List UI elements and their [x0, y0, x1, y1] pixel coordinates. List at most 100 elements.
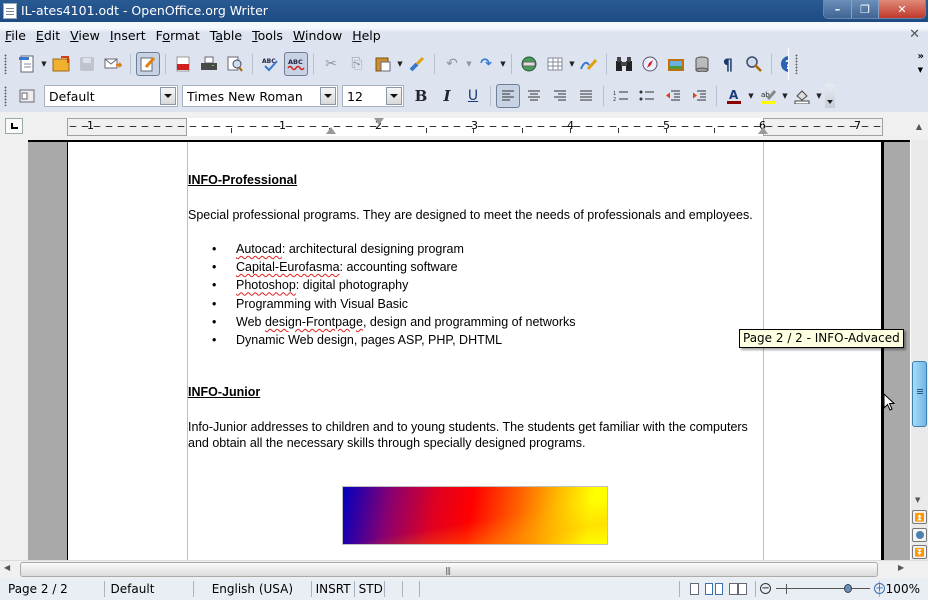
autospellcheck-icon[interactable]: ABC: [284, 52, 308, 76]
menu-edit[interactable]: Edit: [31, 28, 65, 43]
single-page-view-icon[interactable]: [690, 583, 700, 595]
horizontal-scrollbar[interactable]: ◀ ||| ▶: [0, 560, 928, 578]
edit-file-icon[interactable]: [136, 52, 160, 76]
multi-page-view-icon[interactable]: [705, 583, 724, 595]
font-name-combo[interactable]: Times New Roman: [182, 85, 338, 107]
align-right-icon[interactable]: [548, 84, 572, 108]
cut-icon[interactable]: ✂: [319, 52, 343, 76]
gradient-image[interactable]: [342, 486, 608, 545]
zoom-slider[interactable]: − +: [756, 581, 886, 597]
navigator-compass-icon[interactable]: [638, 52, 662, 76]
align-left-icon[interactable]: [496, 84, 520, 108]
menu-tools[interactable]: Tools: [247, 28, 288, 43]
minimize-button[interactable]: –: [824, 0, 851, 18]
toolbar-grip[interactable]: [4, 86, 10, 106]
open-folder-icon[interactable]: [49, 52, 73, 76]
scroll-up-arrow[interactable]: ▲: [910, 112, 928, 140]
horizontal-ruler[interactable]: 1 1 2 3 4 5 6 7: [67, 118, 883, 136]
misspelled-word[interactable]: Autocad: [236, 242, 282, 256]
status-selection-mode[interactable]: STD: [355, 581, 385, 597]
menu-window[interactable]: Window: [288, 28, 347, 43]
clone-formatting-icon[interactable]: [405, 52, 429, 76]
background-color-dropdown-arrow[interactable]: ▼: [815, 92, 823, 100]
misspelled-word[interactable]: Photoshop: [236, 278, 296, 292]
scroll-left-arrow[interactable]: ◀: [4, 563, 10, 572]
zoom-percent[interactable]: 100%: [880, 581, 928, 597]
align-center-icon[interactable]: [522, 84, 546, 108]
formatting-marks-icon[interactable]: ¶: [716, 52, 740, 76]
redo-dropdown-arrow[interactable]: ▼: [499, 60, 507, 68]
status-page-number[interactable]: Page 2 / 2: [0, 581, 105, 597]
data-sources-icon[interactable]: [690, 52, 714, 76]
paragraph-style-dropdown-arrow[interactable]: [160, 87, 176, 105]
toolbar-overflow-icon[interactable]: »: [918, 51, 924, 62]
scroll-right-arrow[interactable]: ▶: [898, 563, 904, 572]
left-indent-marker[interactable]: [326, 127, 336, 134]
menu-help[interactable]: Help: [347, 28, 386, 43]
table-icon[interactable]: [543, 52, 567, 76]
font-color-dropdown-arrow[interactable]: ▼: [747, 92, 755, 100]
vertical-scrollbar[interactable]: ▼ ⏫ ⏬: [910, 140, 928, 560]
right-indent-marker[interactable]: [758, 127, 768, 134]
new-dropdown-arrow[interactable]: ▼: [40, 60, 48, 68]
paragraph-style-value[interactable]: Default: [45, 89, 160, 104]
highlighting-icon[interactable]: ab: [756, 84, 780, 108]
redo-icon[interactable]: ↷: [474, 52, 498, 76]
status-language[interactable]: English (USA): [194, 581, 312, 597]
status-page-style[interactable]: Default: [105, 581, 195, 597]
zoom-in-icon[interactable]: +: [874, 583, 886, 594]
zoom-magnifier-icon[interactable]: [742, 52, 766, 76]
underline-button[interactable]: U: [461, 84, 485, 108]
paste-icon[interactable]: [371, 52, 395, 76]
close-document-icon[interactable]: ✕: [909, 27, 920, 42]
background-color-icon[interactable]: [790, 84, 814, 108]
vertical-scroll-thumb[interactable]: [912, 360, 927, 427]
numbering-icon[interactable]: 12: [609, 84, 633, 108]
save-icon[interactable]: [75, 52, 99, 76]
email-document-icon[interactable]: [101, 52, 125, 76]
styles-formatting-icon[interactable]: [15, 84, 39, 108]
find-replace-binoculars-icon[interactable]: [612, 52, 636, 76]
justify-icon[interactable]: [574, 84, 598, 108]
menu-file[interactable]: File: [0, 28, 31, 43]
font-name-dropdown-arrow[interactable]: [320, 87, 336, 105]
zoom-slider-knob[interactable]: [844, 584, 853, 593]
paste-dropdown-arrow[interactable]: ▼: [396, 60, 404, 68]
table-dropdown-arrow[interactable]: ▼: [568, 60, 576, 68]
book-view-icon[interactable]: [729, 583, 748, 595]
scroll-down-arrow[interactable]: ▼: [915, 496, 920, 504]
export-pdf-icon[interactable]: [171, 52, 195, 76]
tab-stop-type-button[interactable]: [5, 118, 23, 134]
toolbar-options-button[interactable]: [825, 84, 835, 108]
horizontal-scroll-thumb[interactable]: |||: [20, 562, 878, 577]
misspelled-word[interactable]: design-Frontpage: [265, 315, 363, 329]
decrease-indent-icon[interactable]: [661, 84, 685, 108]
menu-table[interactable]: Table: [205, 28, 247, 43]
toolbar-grip[interactable]: [4, 54, 10, 74]
toolbar-grip[interactable]: [795, 54, 801, 74]
menu-insert[interactable]: Insert: [105, 28, 151, 43]
copy-icon[interactable]: ⎘: [345, 52, 369, 76]
zoom-slider-track[interactable]: [776, 588, 871, 589]
toolbar-options-arrow[interactable]: ▼: [918, 66, 923, 74]
bold-button[interactable]: B: [409, 84, 433, 108]
new-document-icon[interactable]: [15, 52, 39, 76]
close-button[interactable]: ✕: [878, 0, 925, 18]
next-page-button[interactable]: ⏬: [912, 545, 927, 559]
highlighting-dropdown-arrow[interactable]: ▼: [781, 92, 789, 100]
italic-button[interactable]: I: [435, 84, 459, 108]
font-size-value[interactable]: 12: [343, 89, 386, 104]
font-size-dropdown-arrow[interactable]: [386, 87, 402, 105]
status-insert-mode[interactable]: INSRT: [312, 581, 355, 597]
show-draw-functions-icon[interactable]: [577, 52, 601, 76]
undo-icon[interactable]: ↶: [440, 52, 464, 76]
menu-view[interactable]: View: [65, 28, 105, 43]
gallery-icon[interactable]: [664, 52, 688, 76]
previous-page-button[interactable]: ⏫: [912, 510, 927, 524]
hyperlink-icon[interactable]: [517, 52, 541, 76]
undo-dropdown-arrow[interactable]: ▼: [465, 60, 473, 68]
font-color-icon[interactable]: A: [722, 84, 746, 108]
paragraph-style-combo[interactable]: Default: [44, 85, 178, 107]
bullets-icon[interactable]: [635, 84, 659, 108]
navigation-button[interactable]: [912, 528, 927, 542]
